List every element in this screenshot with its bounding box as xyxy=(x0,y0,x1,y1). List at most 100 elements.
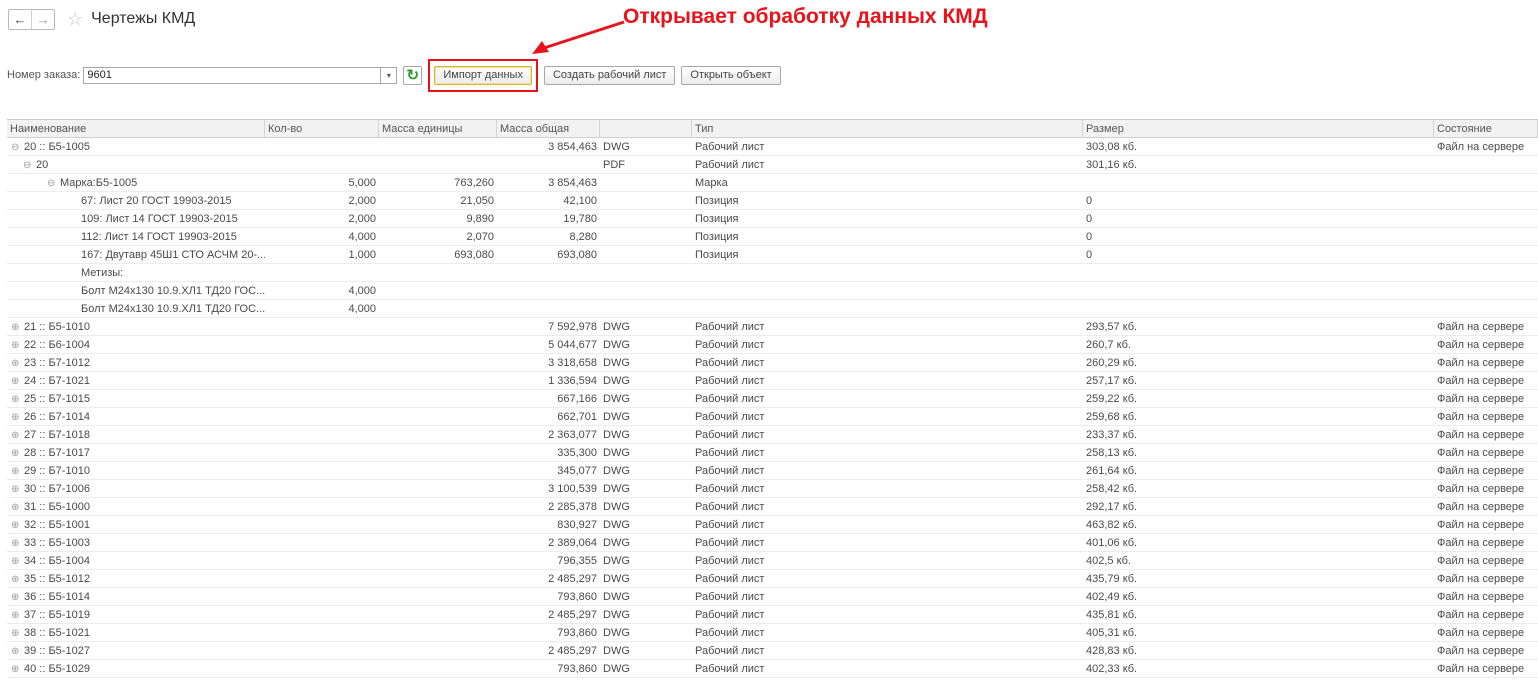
dropdown-icon[interactable]: ▾ xyxy=(380,66,398,84)
expand-icon[interactable]: ⊕ xyxy=(11,430,24,441)
table-row[interactable]: ⊕ 38 :: Б5-1021 793,860 DWG Рабочий лист 405,… xyxy=(7,624,1538,642)
order-number-input[interactable]: 9601 xyxy=(83,66,382,84)
cell-format: DWG xyxy=(603,554,630,567)
cell-name: ⊕ 40 :: Б5-1029 xyxy=(7,663,265,675)
table-row[interactable]: ⊕ 40 :: Б5-1029 793,860 DWG Рабочий лист 402,… xyxy=(7,660,1538,678)
cell-type: Рабочий лист xyxy=(695,446,765,459)
table-row[interactable]: ⊕ 24 :: Б7-1021 1 336,594 DWG Рабочий лист 25… xyxy=(7,372,1538,390)
cell-state: Файл на сервере xyxy=(1437,392,1525,405)
expand-icon[interactable]: ⊕ xyxy=(11,412,24,423)
table-row[interactable]: ⊕ 25 :: Б7-1015 667,166 DWG Рабочий лист 259,… xyxy=(7,390,1538,408)
collapse-icon[interactable]: ⊖ xyxy=(23,160,36,171)
cell-name: ⊕ 32 :: Б5-1001 xyxy=(7,519,265,531)
table-row[interactable]: Болт М24х130 10.9.ХЛ1 ТД20 ГОС... 4,000 xyxy=(7,300,1538,318)
cell-format: DWG xyxy=(603,464,630,477)
collapse-icon[interactable]: ⊖ xyxy=(11,142,24,153)
table-row[interactable]: ⊕ 31 :: Б5-1000 2 285,378 DWG Рабочий лист 29… xyxy=(7,498,1538,516)
expand-icon[interactable]: ⊕ xyxy=(11,664,24,675)
table-row[interactable]: ⊕ 37 :: Б5-1019 2 485,297 DWG Рабочий лист 43… xyxy=(7,606,1538,624)
expand-icon[interactable]: ⊕ xyxy=(11,592,24,603)
table-row[interactable]: 112: Лист 14 ГОСТ 19903-2015 4,000 2,070 8,… xyxy=(7,228,1538,246)
table-row[interactable]: Метизы: xyxy=(7,264,1538,282)
table-row[interactable]: 67: Лист 20 ГОСТ 19903-2015 2,000 21,050 42… xyxy=(7,192,1538,210)
cell-name: ⊕ 30 :: Б7-1006 xyxy=(7,483,265,495)
table-row[interactable]: ⊕ 21 :: Б5-1010 7 592,978 DWG Рабочий лист 29… xyxy=(7,318,1538,336)
expand-icon[interactable]: ⊕ xyxy=(11,610,24,621)
expand-icon[interactable]: ⊕ xyxy=(11,376,24,387)
cell-size: 292,17 кб. xyxy=(1086,500,1138,513)
expand-icon[interactable]: ⊕ xyxy=(11,574,24,585)
cell-format: DWG xyxy=(603,644,630,657)
expand-icon[interactable]: ⊕ xyxy=(11,484,24,495)
column-header-size[interactable]: Размер xyxy=(1083,120,1434,137)
table-row[interactable]: ⊕ 26 :: Б7-1014 662,701 DWG Рабочий лист 259,… xyxy=(7,408,1538,426)
expand-icon[interactable]: ⊕ xyxy=(11,358,24,369)
expand-icon[interactable]: ⊕ xyxy=(11,502,24,513)
cell-name: ⊕ 31 :: Б5-1000 xyxy=(7,501,265,513)
expand-icon[interactable]: ⊕ xyxy=(11,646,24,657)
create-worksheet-button[interactable]: Создать рабочий лист xyxy=(543,65,676,85)
column-header-state[interactable]: Состояние xyxy=(1434,120,1538,137)
cell-type: Позиция xyxy=(695,230,739,243)
table-row[interactable]: ⊕ 34 :: Б5-1004 796,355 DWG Рабочий лист 402,… xyxy=(7,552,1538,570)
table-row[interactable]: ⊕ 30 :: Б7-1006 3 100,539 DWG Рабочий лист 25… xyxy=(7,480,1538,498)
cell-size: 0 xyxy=(1086,212,1093,225)
column-header-name[interactable]: Наименование xyxy=(7,120,265,137)
row-name-text: 30 :: Б7-1006 xyxy=(24,482,90,495)
table-row[interactable]: ⊖ Марка:Б5-1005 5,000 763,260 3 854,463 Марка xyxy=(7,174,1538,192)
table-row[interactable]: ⊕ 33 :: Б5-1003 2 389,064 DWG Рабочий лист 40… xyxy=(7,534,1538,552)
collapse-icon[interactable]: ⊖ xyxy=(47,178,60,189)
table-row[interactable]: ⊕ 35 :: Б5-1012 2 485,297 DWG Рабочий лист 43… xyxy=(7,570,1538,588)
table-row[interactable]: 167: Двутавр 45Ш1 СТО АСЧМ 20-... 1,000 69… xyxy=(7,246,1538,264)
expand-icon[interactable]: ⊕ xyxy=(11,322,24,333)
row-name-text: 24 :: Б7-1021 xyxy=(24,374,90,387)
expand-icon[interactable]: ⊕ xyxy=(11,628,24,639)
column-header-format[interactable] xyxy=(600,120,692,137)
table-row[interactable]: ⊕ 27 :: Б7-1018 2 363,077 DWG Рабочий лист 23… xyxy=(7,426,1538,444)
cell-name: 167: Двутавр 45Ш1 СТО АСЧМ 20-... xyxy=(7,249,265,261)
table-row[interactable]: Болт М24х130 10.9.ХЛ1 ТД20 ГОС... 4,000 xyxy=(7,282,1538,300)
open-object-button[interactable]: Открыть объект xyxy=(681,65,781,85)
table-row[interactable]: ⊕ 23 :: Б7-1012 3 318,658 DWG Рабочий лист 26… xyxy=(7,354,1538,372)
cell-name: ⊕ 25 :: Б7-1015 xyxy=(7,393,265,405)
expand-icon[interactable]: ⊕ xyxy=(11,520,24,531)
cell-total-mass: 793,860 xyxy=(557,590,597,603)
table-row[interactable]: ⊕ 36 :: Б5-1014 793,860 DWG Рабочий лист 402,… xyxy=(7,588,1538,606)
expand-icon[interactable]: ⊕ xyxy=(11,448,24,459)
table-row[interactable]: ⊕ 39 :: Б5-1027 2 485,297 DWG Рабочий лист 42… xyxy=(7,642,1538,660)
cell-format: DWG xyxy=(603,518,630,531)
column-header-qty[interactable]: Кол-во xyxy=(265,120,379,137)
table-row[interactable]: ⊕ 32 :: Б5-1001 830,927 DWG Рабочий лист 463,… xyxy=(7,516,1538,534)
table-row[interactable]: ⊕ 29 :: Б7-1010 345,077 DWG Рабочий лист 261,… xyxy=(7,462,1538,480)
expand-icon[interactable]: ⊕ xyxy=(11,556,24,567)
cell-type: Рабочий лист xyxy=(695,590,765,603)
cell-format: DWG xyxy=(603,374,630,387)
expand-icon[interactable]: ⊕ xyxy=(11,538,24,549)
row-name-text: 36 :: Б5-1014 xyxy=(24,590,90,603)
table-row[interactable]: ⊕ 22 :: Б6-1004 5 044,677 DWG Рабочий лист 26… xyxy=(7,336,1538,354)
row-name-text: 21 :: Б5-1010 xyxy=(24,320,90,333)
column-header-type[interactable]: Тип xyxy=(692,120,1083,137)
expand-icon[interactable]: ⊕ xyxy=(11,466,24,477)
forward-arrow-icon[interactable]: → xyxy=(31,9,54,29)
cell-type: Рабочий лист xyxy=(695,662,765,675)
row-name-text: 20 xyxy=(36,158,49,171)
back-arrow-icon[interactable]: ← xyxy=(9,10,31,29)
import-data-button[interactable]: Импорт данных xyxy=(434,65,532,85)
column-header-unit-mass[interactable]: Масса единицы xyxy=(379,120,497,137)
refresh-icon[interactable]: ↻ xyxy=(403,65,423,85)
table-row[interactable]: ⊖ 20 :: Б5-1005 3 854,463 DWG Рабочий лист 30… xyxy=(7,138,1538,156)
cell-qty: 4,000 xyxy=(348,284,376,297)
cell-format: DWG xyxy=(603,446,630,459)
expand-icon[interactable]: ⊕ xyxy=(11,340,24,351)
column-header-total-mass[interactable]: Масса общая xyxy=(497,120,600,137)
expand-icon[interactable]: ⊕ xyxy=(11,394,24,405)
table-row[interactable]: 109: Лист 14 ГОСТ 19903-2015 2,000 9,890 19… xyxy=(7,210,1538,228)
table-row[interactable]: ⊕ 28 :: Б7-1017 335,300 DWG Рабочий лист 258,… xyxy=(7,444,1538,462)
table-row[interactable]: ⊖ 20 PDF Рабочий лист 301,16 кб. xyxy=(7,156,1538,174)
cell-qty: 4,000 xyxy=(348,302,376,315)
cell-qty: 2,000 xyxy=(348,212,376,225)
cell-unit-mass: 693,080 xyxy=(454,248,494,261)
row-name-text: 26 :: Б7-1014 xyxy=(24,410,90,423)
favorite-star-icon[interactable]: ☆ xyxy=(67,10,83,28)
